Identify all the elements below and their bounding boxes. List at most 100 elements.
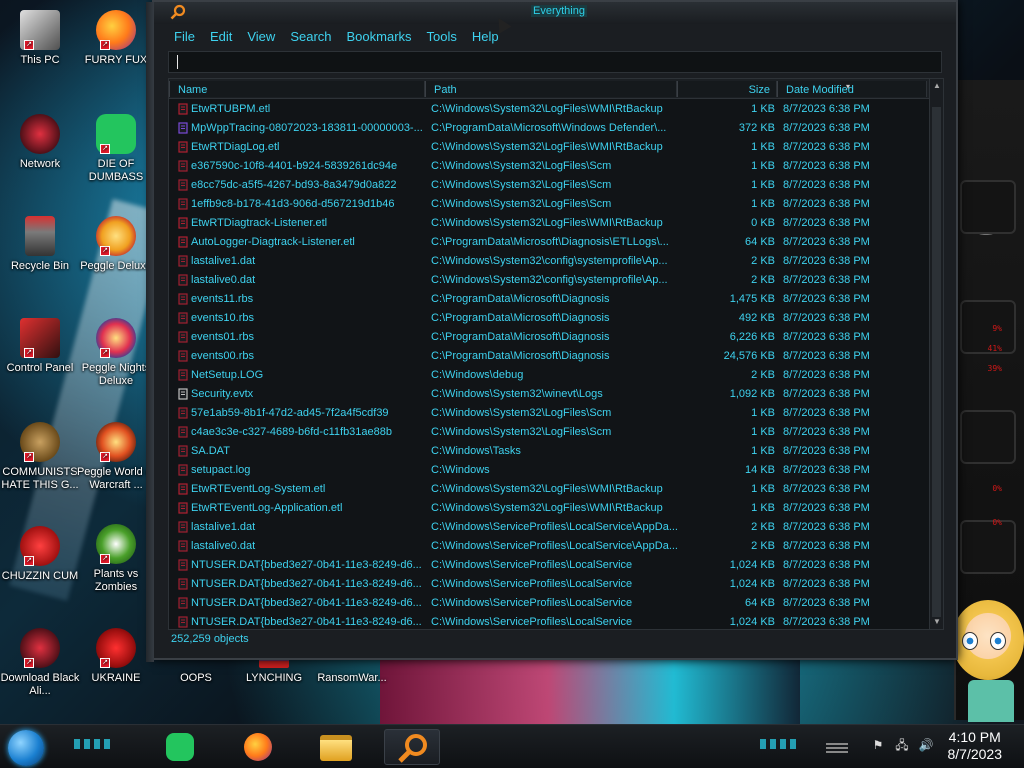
table-row[interactable]: AutoLogger-Diagtrack-Listener.etl C:\Prog… xyxy=(169,233,929,252)
table-row[interactable]: e367590c-10f8-4401-b924-5839261dc94e C:\W… xyxy=(169,157,929,176)
row-path: C:\Windows\System32\config\systemprofile… xyxy=(431,255,668,267)
taskbar-app-discord[interactable] xyxy=(152,729,208,765)
table-row[interactable]: NetSetup.LOG C:\Windows\debug 2 KB 8/7/2023… xyxy=(169,366,929,385)
table-row[interactable]: events00.rbs C:\ProgramData\Microsoft\Dia… xyxy=(169,347,929,366)
row-date: 8/7/2023 6:38 PM xyxy=(783,179,870,191)
title-bar[interactable]: Everything xyxy=(154,2,956,24)
table-row[interactable]: Security.evtx C:\Windows\System32\winevt\… xyxy=(169,385,929,404)
table-row[interactable]: EtwRTEventLog-Application.etl C:\Windows\… xyxy=(169,499,929,518)
search-input[interactable] xyxy=(169,52,941,72)
desktop-icon-label: FURRY FUX xyxy=(84,54,148,66)
clock-date: 8/7/2023 xyxy=(947,746,1003,762)
taskbar-clock[interactable]: 4:10 PM 8/7/2023 xyxy=(948,729,1003,763)
desktop-icon-download-black-alien[interactable]: ↗ Download Black Ali... xyxy=(0,628,80,698)
desktop-icon-discord[interactable]: ↗ DIE OF DUMBASS xyxy=(76,114,156,184)
chuzzle-icon: ↗ xyxy=(20,526,60,566)
table-row[interactable]: e8cc75dc-a5f5-4267-bd93-8a3479d0a822 C:\W… xyxy=(169,176,929,195)
file-icon xyxy=(177,198,190,211)
menu-bookmarks[interactable]: Bookmarks xyxy=(339,27,419,49)
table-row[interactable]: NTUSER.DAT{bbed3e27-0b41-11e3-8249-d6...… xyxy=(169,594,929,613)
menu-search[interactable]: Search xyxy=(282,27,338,49)
desktop-icon-this-pc[interactable]: ↗ This PC xyxy=(0,10,80,67)
table-row[interactable]: NTUSER.DAT{bbed3e27-0b41-11e3-8249-d6...… xyxy=(169,575,929,594)
desktop-icon-firefox[interactable]: ↗ FURRY FUX xyxy=(76,10,156,67)
table-row[interactable]: SA.DAT C:\Windows\Tasks 1 KB 8/7/2023 6:38 … xyxy=(169,442,929,461)
network-icon[interactable]: 🖧 xyxy=(894,737,910,753)
table-row[interactable]: 1effb9c8-b178-41d3-906d-d567219d1b46 C:\W… xyxy=(169,195,929,214)
desktop-icon-control-panel[interactable]: ↗ Control Panel xyxy=(0,318,80,375)
etl-file-icon xyxy=(177,141,190,154)
desktop-icon-network[interactable]: Network xyxy=(0,114,80,171)
table-row[interactable]: EtwRTEventLog-System.etl C:\Windows\Syste… xyxy=(169,480,929,499)
desktop-icon-ukraine[interactable]: ↗ UKRAINE xyxy=(76,628,156,685)
vertical-scrollbar[interactable]: ▲ ▼ xyxy=(929,79,943,629)
table-row[interactable]: c4ae3c3e-c327-4689-b6fd-c11fb31ae88b C:\W… xyxy=(169,423,929,442)
desktop-icon-peggle-wow[interactable]: ↗ Peggle World of Warcraft ... xyxy=(76,422,156,492)
table-row[interactable]: lastalive0.dat C:\Windows\ServiceProfiles… xyxy=(169,537,929,556)
table-row[interactable]: events10.rbs C:\ProgramData\Microsoft\Dia… xyxy=(169,309,929,328)
desktop-icon-peggle-nights[interactable]: ↗ Peggle Nights Deluxe xyxy=(76,318,156,388)
table-row[interactable]: EtwRTDiagtrack-Listener.etl C:\Windows\Sy… xyxy=(169,214,929,233)
results-list[interactable]: Name Path Size Date Modified ▾ EtwRTUBPM… xyxy=(168,78,944,630)
table-row[interactable]: lastalive0.dat C:\Windows\System32\config… xyxy=(169,271,929,290)
menu-file[interactable]: File xyxy=(166,27,202,49)
volume-icon[interactable]: 🔊 xyxy=(918,737,934,753)
etl-file-icon xyxy=(177,103,190,116)
table-row[interactable]: MpWppTracing-08072023-183811-00000003-..… xyxy=(169,119,929,138)
table-row[interactable]: setupact.log C:\Windows 14 KB 8/7/2023 6:38… xyxy=(169,461,929,480)
desktop-icon-communists[interactable]: ↗ COMMUNISTS HATE THIS G... xyxy=(0,422,80,492)
file-icon xyxy=(177,350,190,363)
row-name: events01.rbs xyxy=(191,331,254,343)
column-header-date[interactable]: Date Modified ▾ xyxy=(777,81,927,97)
row-path: C:\ProgramData\Microsoft\Diagnosis xyxy=(431,331,610,343)
file-icon xyxy=(177,255,190,268)
table-row[interactable]: lastalive1.dat C:\Windows\System32\config… xyxy=(169,252,929,271)
taskbar-app-firefox[interactable] xyxy=(230,729,286,765)
desktop-icon-label: Plants vs Zombies xyxy=(93,568,139,593)
table-row[interactable]: lastalive1.dat C:\Windows\ServiceProfiles… xyxy=(169,518,929,537)
table-row[interactable]: NTUSER.DAT{bbed3e27-0b41-11e3-8249-d6...… xyxy=(169,556,929,575)
column-header-size[interactable]: Size xyxy=(677,81,777,97)
taskbar-decoration xyxy=(760,739,800,749)
row-size: 372 KB xyxy=(738,122,775,134)
etl-file-icon xyxy=(177,483,190,496)
scrollbar-thumb[interactable] xyxy=(932,107,941,617)
search-box[interactable] xyxy=(168,51,942,73)
row-name: SA.DAT xyxy=(191,445,230,457)
taskbar-app-explorer[interactable] xyxy=(308,729,364,765)
table-row[interactable]: events11.rbs C:\ProgramData\Microsoft\Dia… xyxy=(169,290,929,309)
row-size: 492 KB xyxy=(738,312,775,324)
row-date: 8/7/2023 6:38 PM xyxy=(783,369,870,381)
file-icon xyxy=(177,179,190,192)
table-row[interactable]: NTUSER.DAT{bbed3e27-0b41-11e3-8249-d6...… xyxy=(169,613,929,629)
scroll-down-icon[interactable]: ▼ xyxy=(932,617,942,627)
row-size: 1,475 KB xyxy=(729,293,775,305)
desktop-icon-label: Recycle Bin xyxy=(10,260,70,272)
row-date: 8/7/2023 6:38 PM xyxy=(783,274,870,286)
table-row[interactable]: events01.rbs C:\ProgramData\Microsoft\Dia… xyxy=(169,328,929,347)
menu-tools[interactable]: Tools xyxy=(419,27,464,49)
security-alert-icon[interactable]: ⚑ xyxy=(870,737,886,753)
table-row[interactable]: 57e1ab59-8b1f-47d2-ad45-7f2a4f5cdf39 C:\W… xyxy=(169,404,929,423)
row-size: 6,226 KB xyxy=(729,331,775,343)
column-header-name[interactable]: Name xyxy=(169,81,425,97)
desktop-icon-recycle-bin[interactable]: Recycle Bin xyxy=(0,216,80,273)
defender-file-icon xyxy=(177,122,190,135)
menu-edit[interactable]: Edit xyxy=(202,27,239,49)
table-row[interactable]: EtwRTDiagLog.etl C:\Windows\System32\LogF… xyxy=(169,138,929,157)
desktop-icon-chuzzin[interactable]: ↗ CHUZZIN CUM xyxy=(0,526,80,583)
row-date: 8/7/2023 6:38 PM xyxy=(783,312,870,324)
row-size: 1 KB xyxy=(751,502,775,514)
desktop-icon-pvz[interactable]: ↗ Plants vs Zombies xyxy=(76,524,156,594)
action-center-icon[interactable] xyxy=(826,741,848,753)
start-button[interactable] xyxy=(8,730,44,766)
table-row[interactable]: EtwRTUBPM.etl C:\Windows\System32\LogFile… xyxy=(169,100,929,119)
row-size: 1 KB xyxy=(751,141,775,153)
taskbar-app-everything[interactable] xyxy=(384,729,440,765)
file-icon xyxy=(177,312,190,325)
menu-view[interactable]: View xyxy=(239,27,282,49)
desktop-icon-peggle-deluxe[interactable]: ↗ Peggle Deluxe xyxy=(76,216,156,273)
scroll-up-icon[interactable]: ▲ xyxy=(932,81,942,91)
everything-window[interactable]: Everything File Edit View Search Bookmar… xyxy=(146,0,958,662)
column-header-path[interactable]: Path xyxy=(425,81,677,97)
